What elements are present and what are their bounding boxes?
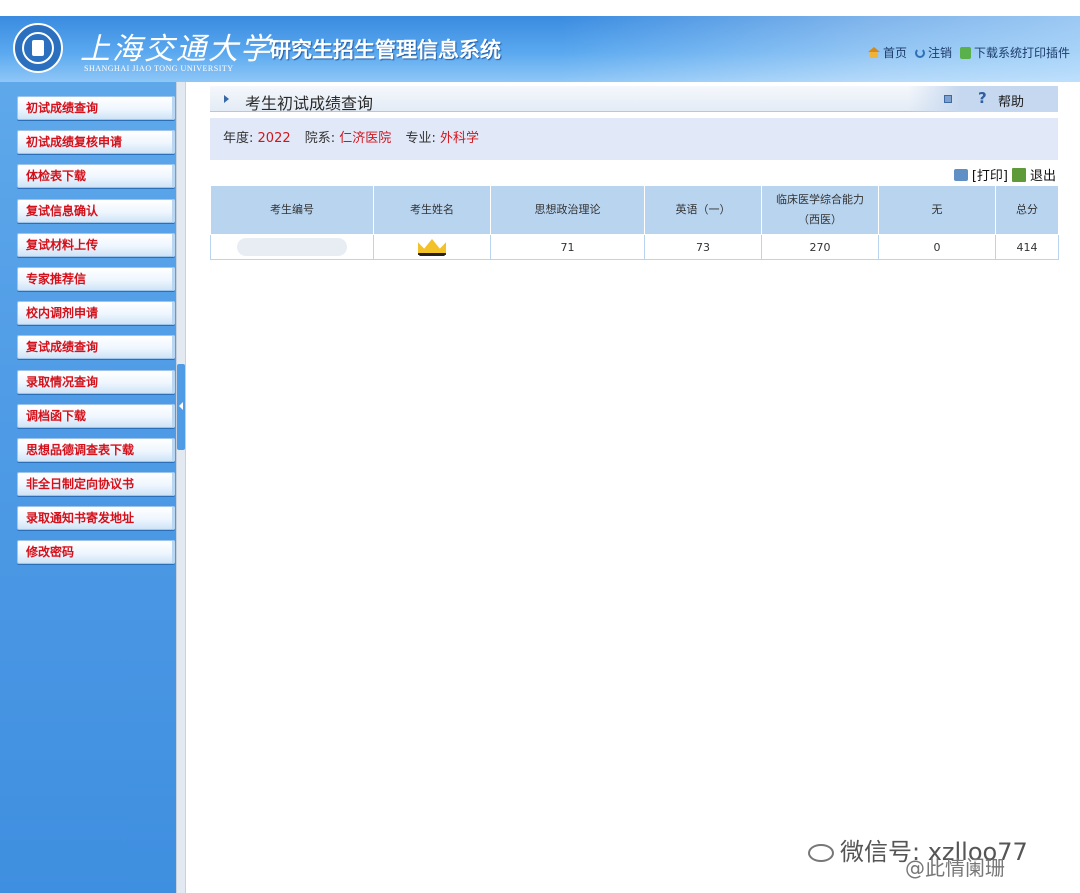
- sidebar-item-medical-form[interactable]: 体检表下载: [17, 164, 175, 189]
- sidebar-item-retest-confirm[interactable]: 复试信息确认: [17, 198, 175, 223]
- sidebar-splitter: [176, 82, 186, 893]
- year-label: 年度:: [223, 131, 254, 146]
- cell-clinical: 270: [761, 234, 879, 260]
- col-english: 英语（一）: [644, 185, 762, 235]
- year-value: 2022: [257, 131, 291, 146]
- exit-icon[interactable]: [1011, 167, 1026, 182]
- content-header: 考生初试成绩查询 ? 帮助: [210, 86, 1058, 113]
- expand-icon[interactable]: [944, 95, 952, 103]
- university-name-cn: 上海交通大学: [80, 32, 272, 67]
- sidebar-menu: 初试成绩查询 初试成绩复核申请 体检表下载 复试信息确认 复试材料上传 专家推荐…: [17, 96, 175, 575]
- university-name-en: SHANGHAI JIAO TONG UNIVERSITY: [84, 64, 234, 73]
- major-label: 专业:: [405, 131, 436, 146]
- logout-link[interactable]: 注销: [914, 44, 952, 61]
- sidebar-item-transfer-apply[interactable]: 校内调剂申请: [17, 301, 175, 326]
- help-icon[interactable]: ?: [978, 89, 987, 107]
- print-icon[interactable]: [953, 168, 968, 181]
- dept-value: 仁济医院: [339, 131, 392, 146]
- download-plugin-link[interactable]: 下载系统打印插件: [959, 44, 1070, 61]
- cell-candidate-id: [210, 234, 374, 260]
- col-candidate-id: 考生编号: [210, 185, 374, 235]
- home-link[interactable]: 首页: [867, 44, 907, 61]
- score-table: 考生编号 考生姓名 思想政治理论 英语（一） 临床医学综合能力（西医） 无 总分…: [210, 185, 1059, 260]
- download-plugin-label: 下载系统打印插件: [973, 46, 1070, 60]
- sidebar-item-notice-address[interactable]: 录取通知书寄发地址: [17, 506, 175, 531]
- title-arrow-icon: [224, 95, 229, 103]
- major-value: 外科学: [439, 131, 479, 146]
- cell-english: 73: [644, 234, 762, 260]
- col-total: 总分: [995, 185, 1059, 235]
- sidebar-item-parttime-agreement[interactable]: 非全日制定向协议书: [17, 472, 175, 497]
- sidebar-item-score-review[interactable]: 初试成绩复核申请: [17, 130, 175, 155]
- power-icon: [914, 47, 925, 58]
- sidebar-item-admission-status[interactable]: 录取情况查询: [17, 369, 175, 394]
- cell-total: 414: [995, 234, 1059, 260]
- app-header: 上海交通大学 SHANGHAI JIAO TONG UNIVERSITY 研究生…: [0, 16, 1080, 82]
- home-icon: [867, 47, 880, 58]
- print-bar: [打印] 退出: [953, 165, 1056, 184]
- sidebar-item-file-letter[interactable]: 调档函下载: [17, 403, 175, 428]
- print-button[interactable]: [打印]: [972, 165, 1008, 184]
- sidebar-item-recommendation[interactable]: 专家推荐信: [17, 266, 175, 291]
- table-header-row: 考生编号 考生姓名 思想政治理论 英语（一） 临床医学综合能力（西医） 无 总分: [210, 185, 1059, 235]
- crown-sticker-icon: [416, 237, 448, 257]
- weibo-watermark: @此情阑珊: [905, 856, 1005, 880]
- university-seal-icon: [13, 23, 63, 73]
- home-link-label: 首页: [882, 46, 907, 60]
- sidebar-item-change-password[interactable]: 修改密码: [17, 540, 175, 565]
- sidebar-item-moral-survey[interactable]: 思想品德调查表下载: [17, 437, 175, 462]
- collapse-sidebar-handle[interactable]: [177, 364, 185, 450]
- col-clinical: 临床医学综合能力（西医）: [761, 185, 879, 235]
- dept-label: 院系:: [304, 131, 336, 146]
- col-candidate-name: 考生姓名: [373, 185, 491, 235]
- sidebar-item-material-upload[interactable]: 复试材料上传: [17, 232, 175, 257]
- exit-button[interactable]: 退出: [1030, 165, 1056, 184]
- download-icon: [959, 46, 971, 59]
- col-politics: 思想政治理论: [490, 185, 645, 235]
- cell-none: 0: [878, 234, 996, 260]
- sidebar-item-retest-score[interactable]: 复试成绩查询: [17, 335, 175, 360]
- system-title: 研究生招生管理信息系统: [270, 38, 501, 62]
- logout-link-label: 注销: [927, 46, 952, 60]
- sidebar: 初试成绩查询 初试成绩复核申请 体检表下载 复试信息确认 复试材料上传 专家推荐…: [0, 82, 176, 893]
- redacted-id-mask: [237, 238, 347, 256]
- cell-candidate-name: [373, 234, 491, 260]
- candidate-info-bar: 年度: 2022 院系: 仁济医院 专业: 外科学: [210, 118, 1058, 160]
- cell-politics: 71: [490, 234, 645, 260]
- help-area: ? 帮助: [908, 86, 1058, 112]
- help-link[interactable]: 帮助: [998, 91, 1024, 110]
- table-row: 71 73 270 0 414: [210, 234, 1059, 260]
- col-none: 无: [878, 185, 996, 235]
- wechat-icon: [808, 844, 834, 862]
- sidebar-item-initial-score[interactable]: 初试成绩查询: [17, 96, 175, 120]
- top-links: 首页 注销 下载系统打印插件: [867, 44, 1070, 61]
- page-title: 考生初试成绩查询: [245, 94, 374, 113]
